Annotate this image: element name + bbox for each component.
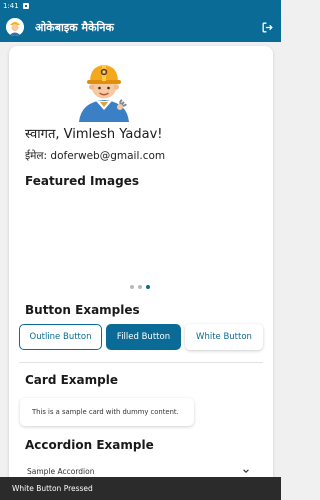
welcome-text: स्वागत, Vimlesh Yadav! [25, 127, 163, 142]
status-bar: 1:41 [0, 0, 281, 12]
email-text: ईमेल: doferweb@gmail.com [25, 150, 166, 162]
app-bar: ओकेबाइक मैकेनिक [0, 12, 281, 42]
main-card: स्वागत, Vimlesh Yadav! ईमेल: doferweb@gm… [9, 46, 273, 496]
status-time: 1:41 [3, 2, 19, 10]
chevron-down-icon [243, 469, 249, 473]
logout-button[interactable] [259, 19, 275, 35]
mechanic-avatar-icon [6, 18, 24, 36]
featured-images-title: Featured Images [25, 174, 139, 188]
mechanic-hero-image [79, 65, 129, 122]
divider [19, 362, 263, 363]
snackbar: White Button Pressed [0, 477, 281, 500]
carousel-dot[interactable] [138, 285, 142, 289]
carousel-dot-active[interactable] [146, 285, 150, 289]
notification-icon [22, 3, 29, 9]
button-examples-title: Button Examples [25, 303, 140, 317]
avatar[interactable] [6, 18, 24, 36]
outline-button[interactable]: Outline Button [19, 324, 102, 350]
white-button[interactable]: White Button [185, 324, 263, 350]
carousel-dot[interactable] [130, 285, 134, 289]
logout-icon [262, 22, 273, 32]
accordion-example-title: Accordion Example [25, 438, 154, 452]
filled-button[interactable]: Filled Button [106, 324, 181, 350]
sample-card: This is a sample card with dummy content… [20, 398, 194, 426]
accordion-title: Sample Accordion [27, 466, 95, 476]
app-title: ओकेबाइक मैकेनिक [35, 20, 114, 34]
card-example-title: Card Example [25, 373, 118, 387]
sample-card-content: This is a sample card with dummy content… [32, 408, 179, 416]
snackbar-message: White Button Pressed [12, 484, 93, 493]
carousel-indicator [130, 285, 150, 289]
